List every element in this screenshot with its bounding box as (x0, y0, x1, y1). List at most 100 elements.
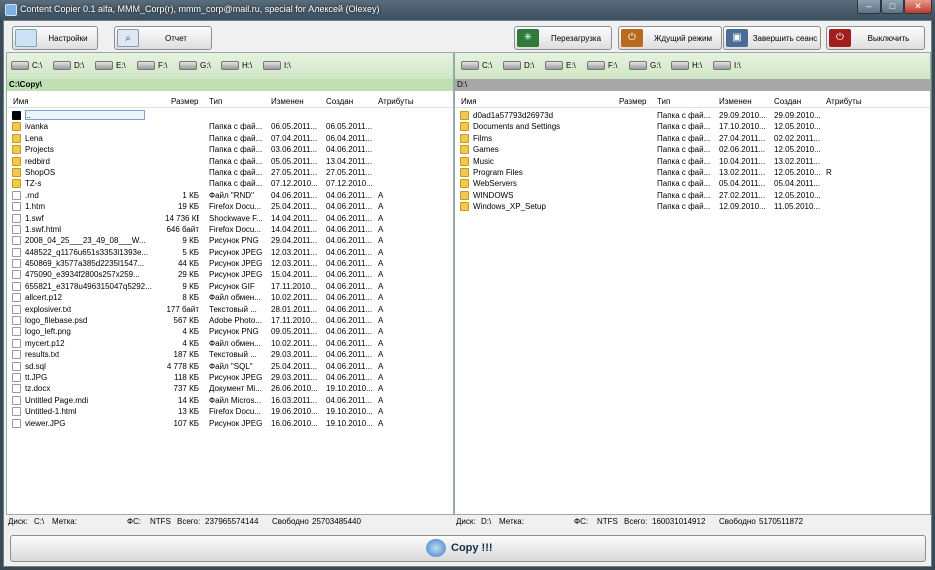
file-row[interactable]: mycert.p12 4 КБ Файл обмен... 10.02.2011...… (7, 338, 453, 349)
file-list: d0ad1a57793d26973d Папка с фай... 29.09.20… (455, 110, 930, 213)
fs-label: ФС: (127, 517, 142, 526)
file-mod: 25.04.2011... (271, 202, 318, 212)
free-value: 25703485440 (312, 517, 361, 526)
file-row[interactable]: logo_left.png 4 КБ Рисунок PNG 09.05.2011..… (7, 326, 453, 337)
drive-label: H:\ (692, 61, 703, 70)
file-type: Папка с фай... (209, 133, 263, 143)
file-row[interactable]: Windows_XP_Setup Папка с фай... 12.09.2010… (455, 201, 930, 212)
file-row[interactable]: ShopOS Папка с фай... 27.05.2011... 27.05.2… (7, 167, 453, 178)
file-row[interactable]: allcert.p12 8 КБ Файл обмен... 10.02.2011..… (7, 292, 453, 303)
folder-icon (460, 190, 469, 200)
column-modified[interactable]: Изменен (719, 97, 752, 106)
file-row[interactable]: tz.docx 737 КБ Документ Mi... 26.06.2010...… (7, 383, 453, 394)
file-row[interactable]: redbird Папка с фай... 05.05.2011... 13.04.… (7, 156, 453, 167)
file-row[interactable]: sd.sql 4 778 КБ Файл "SQL" 25.04.2011... 04.… (7, 361, 453, 372)
drive-icon (53, 61, 71, 70)
column-name[interactable]: Имя (461, 97, 477, 106)
file-size: 5 КБ (182, 247, 199, 257)
file-mod: 02.06.2011... (719, 145, 766, 155)
file-row[interactable]: Games Папка с фай... 02.06.2011... 12.05.20… (455, 144, 930, 155)
shutdown-button[interactable]: ⏻ Выключить (826, 26, 925, 50)
drive-label: E:\ (116, 61, 126, 70)
file-row[interactable]: 450869_k3577a385d2235l1547... 44 КБ Рисуно… (7, 258, 453, 269)
minimize-button[interactable]: – (857, 0, 881, 14)
file-row[interactable]: viewer.JPG 107 КБ Рисунок JPEG 16.06.2010..… (7, 418, 453, 429)
file-row[interactable]: 655821_e3178u496315047q5292... 9 КБ Рисуно… (7, 281, 453, 292)
file-size: 118 КБ (174, 372, 199, 382)
file-type: Shockwave F... (209, 213, 263, 223)
file-icon (12, 281, 21, 291)
column-type[interactable]: Тип (209, 97, 222, 106)
file-mod: 10.02.2011... (271, 338, 318, 348)
file-row[interactable]: TZ-s Папка с фай... 07.12.2010... 07.12.201… (7, 178, 453, 189)
file-attr: A (378, 338, 384, 348)
maximize-button[interactable]: □ (881, 0, 904, 14)
report-button[interactable]: ⌕ Отчет (114, 26, 212, 50)
file-name: redbird (25, 156, 50, 166)
column-size[interactable]: Размер (171, 97, 199, 106)
column-name[interactable]: Имя (13, 97, 29, 106)
file-mod: 29.03.2011... (271, 350, 318, 360)
file-row[interactable]: 1.htm 19 КБ Firefox Docu... 25.04.2011... 04… (7, 201, 453, 212)
column-modified[interactable]: Изменен (271, 97, 304, 106)
file-row[interactable]: WINDOWS Папка с фай... 27.02.2011... 12.05.… (455, 190, 930, 201)
file-attr: A (378, 213, 384, 223)
file-row[interactable]: 1.swf.html 646 байт Firefox Docu... 14.04.2… (7, 224, 453, 235)
file-row[interactable]: Projects Папка с фай... 03.06.2011... 04.06… (7, 144, 453, 155)
file-row[interactable]: 448522_q1176u651s3353l1393e... 5 КБ Рисуно… (7, 247, 453, 258)
column-created[interactable]: Создан (774, 97, 801, 106)
file-row[interactable]: Program Files Папка с фай... 13.02.2011...… (455, 167, 930, 178)
file-row[interactable]: Films Папка с фай... 27.04.2011... 02.02.20… (455, 133, 930, 144)
drive-label: I:\ (734, 61, 741, 70)
file-row[interactable]: d0ad1a57793d26973d Папка с фай... 29.09.20… (455, 110, 930, 121)
column-created[interactable]: Создан (326, 97, 353, 106)
file-size: 107 КБ (173, 418, 199, 428)
file-size: 646 байт (166, 224, 199, 234)
file-row[interactable]: Documents and Settings Папка с фай... 17.1… (455, 121, 930, 132)
sleep-button[interactable]: ⏻ Ждущий режим (618, 26, 722, 50)
logoff-button[interactable]: ▣ Завершить сеанс (723, 26, 821, 50)
file-row[interactable]: logo_filebase.psd 567 КБ Adobe Photo... 17.… (7, 315, 453, 326)
shutdown-icon: ⏻ (829, 29, 851, 47)
column-header: Имя Размер Тип Изменен Создан Атрибуты (7, 95, 453, 108)
column-attrs[interactable]: Атрибуты (826, 97, 862, 106)
file-row[interactable]: explosiver.txt 177 байт Текстовый ... 28.01… (7, 304, 453, 315)
file-type: Текстовый ... (209, 304, 257, 314)
file-row[interactable]: 475090_e3934f2800s257x259... 29 КБ Рисунок… (7, 269, 453, 280)
file-row[interactable]: .. (7, 110, 453, 121)
column-header: Имя Размер Тип Изменен Создан Атрибуты (455, 95, 930, 108)
file-mod: 14.04.2011... (271, 224, 318, 234)
file-row[interactable]: 2008_04_25___23_49_08___W... 9 КБ Рисунок … (7, 235, 453, 246)
file-row[interactable]: Untitled-1.html 13 КБ Firefox Docu... 19.06… (7, 406, 453, 417)
file-row[interactable]: results.txt 187 КБ Текстовый ... 29.03.2011… (7, 349, 453, 360)
file-size: 9 КБ (182, 281, 199, 291)
file-row[interactable]: Lena Папка с фай... 07.04.2011... 06.04.201… (7, 133, 453, 144)
column-attrs[interactable]: Атрибуты (378, 97, 414, 106)
file-row[interactable]: Music Папка с фай... 10.04.2011... 13.02.20… (455, 156, 930, 167)
restart-button[interactable]: ✳ Перезагрузка (514, 26, 612, 50)
file-name: Games (473, 145, 499, 155)
file-row[interactable]: tt.JPG 118 КБ Рисунок JPEG 29.03.2011... 04.… (7, 372, 453, 383)
file-name: Lena (25, 133, 43, 143)
file-size: 14 КБ (177, 395, 199, 405)
folder-icon (460, 111, 469, 120)
close-window-button[interactable]: ✕ (904, 0, 932, 14)
file-row[interactable]: ivanka Папка с фай... 06.05.2011... 06.05.2… (7, 121, 453, 132)
column-type[interactable]: Тип (657, 97, 670, 106)
copy-button[interactable]: Copy !!! (10, 535, 926, 562)
file-name: 475090_e3934f2800s257x259... (25, 270, 140, 280)
file-cre: 04.06.2011... (326, 395, 373, 405)
file-row[interactable]: Untitled Page.mdi 14 КБ Файл Micros... 16.0… (7, 395, 453, 406)
total-label: Всего: (177, 517, 201, 526)
file-row[interactable]: .rnd 1 КБ Файл "RND" 04.06.2011... 04.06.201… (7, 190, 453, 201)
file-name: ShopOS (25, 167, 56, 177)
file-cre: 04.06.2011... (326, 350, 373, 360)
settings-button[interactable]: Настройки (12, 26, 98, 50)
file-attr: A (378, 224, 384, 234)
folder-icon (12, 122, 21, 132)
file-row[interactable]: WebServers Папка с фай... 05.04.2011... 05.… (455, 178, 930, 189)
file-row[interactable]: 1.swf 14 736 КБ Shockwave F... 14.04.2011..… (7, 213, 453, 224)
column-size[interactable]: Размер (619, 97, 647, 106)
file-mod: 19.06.2010... (271, 407, 318, 417)
file-name: logo_filebase.psd (25, 316, 88, 326)
